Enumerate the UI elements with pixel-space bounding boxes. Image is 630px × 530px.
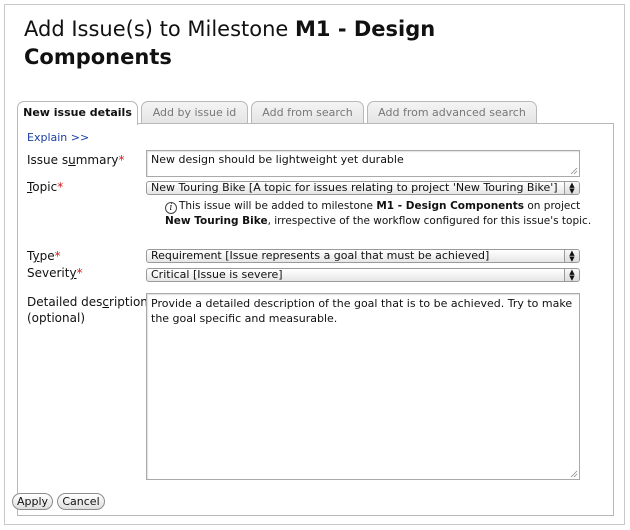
issue-summary-label: Issue summary* [27,153,125,167]
description-label: Detailed description (optional) [27,295,148,325]
resize-grip-icon[interactable] [570,167,578,175]
severity-select[interactable]: Critical [Issue is severe] ▲ ▼ [146,268,580,282]
milestone-note: i This issue will be added to milestone M… [165,200,592,227]
type-select[interactable]: Requirement [Issue represents a goal tha… [146,249,580,263]
tab-add-by-issue-id[interactable]: Add by issue id [141,101,248,124]
tab-add-from-search[interactable]: Add from search [251,101,364,124]
add-issues-dialog: Add Issue(s) to Milestone M1 - Design Co… [4,4,625,525]
up-down-arrows-icon: ▲ ▼ [564,182,579,194]
apply-button[interactable]: Apply [12,493,53,510]
description-textarea[interactable]: Provide a detailed description of the go… [146,293,580,480]
severity-label: Severity* [27,266,83,280]
new-issue-panel: Explain >> Issue summary* New design sho… [17,123,614,516]
page-title: Add Issue(s) to Milestone M1 - Design Co… [24,15,584,71]
tab-new-issue-details[interactable]: New issue details [17,101,138,125]
topic-select[interactable]: New Touring Bike [A topic for issues rel… [146,181,580,195]
title-prefix: Add Issue(s) to Milestone [24,17,296,41]
info-icon: i [165,202,177,214]
tab-add-from-advanced-search[interactable]: Add from advanced search [367,101,537,124]
description-optional-note: (optional) [27,311,85,325]
cancel-button[interactable]: Cancel [57,493,105,510]
type-label: Type* [27,249,61,263]
up-down-arrows-icon: ▲ ▼ [564,250,579,262]
explain-link[interactable]: Explain >> [27,131,89,144]
topic-label: Topic* [27,180,64,194]
resize-grip-icon[interactable] [570,470,578,478]
issue-summary-input[interactable]: New design should be lightweight yet dur… [146,150,580,177]
up-down-arrows-icon: ▲ ▼ [564,269,579,281]
